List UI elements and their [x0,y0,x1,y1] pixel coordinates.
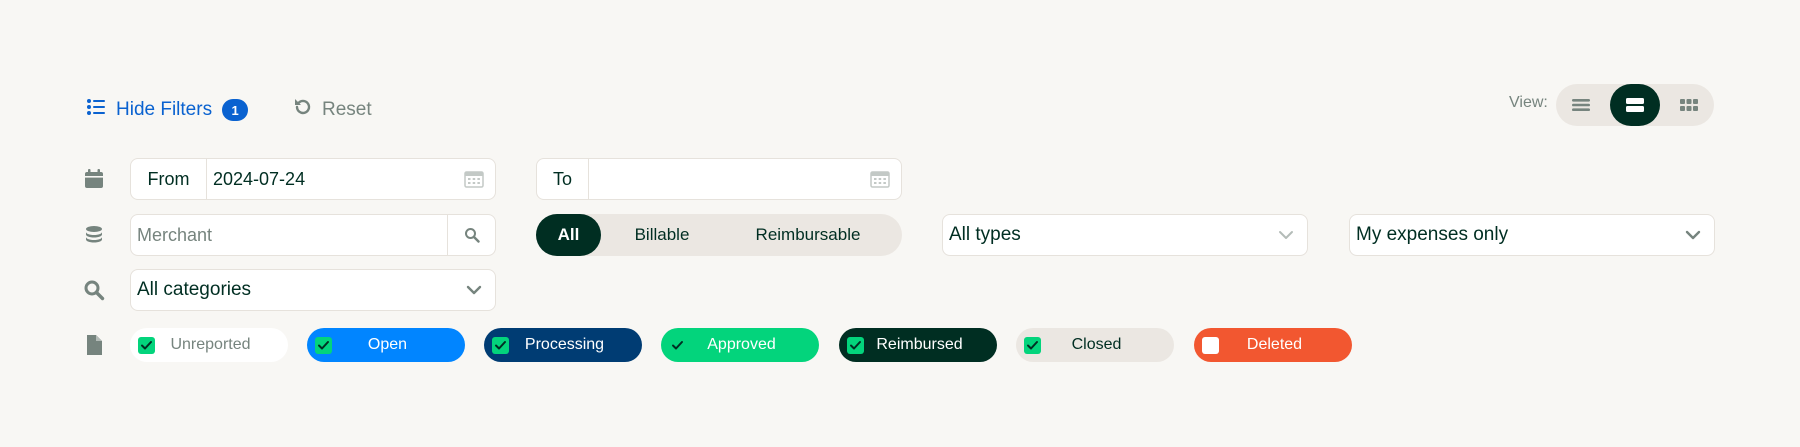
status-label: Processing [524,336,605,353]
chevron-down-icon [1685,230,1701,240]
status-label: Closed [1071,336,1122,353]
merchant-input[interactable] [131,215,447,255]
checkbox[interactable] [138,336,155,354]
checkbox[interactable] [847,336,864,354]
date-to-value[interactable] [589,159,859,199]
view-mode-toggle [1556,84,1714,126]
checkbox[interactable] [315,336,332,354]
checkbox[interactable] [1202,336,1219,354]
date-to-calendar-icon[interactable] [859,159,901,199]
expense-kind-segmented: All Billable Reimbursable [536,214,902,256]
date-from-value[interactable]: 2024-07-24 [207,159,453,199]
date-from-label: From [131,159,207,199]
checkbox[interactable] [1024,336,1041,354]
table-view-icon [1626,98,1644,112]
list-view-icon [1572,99,1590,111]
status-pill-reimbursed[interactable]: Reimbursed [839,328,997,362]
status-pill-unreported[interactable]: Unreported [130,328,288,362]
date-from-calendar-icon[interactable] [453,159,495,199]
view-grid-button[interactable] [1664,84,1714,126]
type-select-value: All types [949,224,1021,245]
status-pill-deleted[interactable]: Deleted [1194,328,1352,362]
status-label: Approved [707,336,776,353]
status-label: Reimbursed [876,336,963,353]
date-to-label: To [537,159,589,199]
status-pill-approved[interactable]: Approved [661,328,819,362]
reset-label: Reset [322,99,372,120]
hide-filters-button[interactable]: Hide Filters 1 [86,96,249,124]
date-to-field[interactable]: To [536,158,902,200]
merchant-field [130,214,496,256]
view-table-button[interactable] [1610,84,1660,126]
chevron-down-icon [466,285,482,295]
search-icon [464,228,480,243]
segment-reimbursable[interactable]: Reimbursable [723,214,893,256]
coins-icon [83,224,105,246]
type-select[interactable]: All types [942,214,1308,256]
chevron-down-icon [1279,231,1293,239]
search-icon [83,279,105,301]
status-pill-open[interactable]: Open [307,328,465,362]
segment-billable[interactable]: Billable [601,214,723,256]
reset-icon [292,96,314,124]
view-list-button[interactable] [1556,84,1606,126]
view-label: View: [1509,94,1548,111]
owner-select[interactable]: My expenses only [1349,214,1715,256]
filter-list-icon [86,97,106,123]
status-label: Open [367,336,408,353]
date-from-field[interactable]: From 2024-07-24 [130,158,496,200]
merchant-search-button[interactable] [447,215,495,255]
owner-select-value: My expenses only [1356,224,1509,245]
checkbox[interactable] [492,336,509,354]
calendar-icon [83,168,105,190]
status-pill-processing[interactable]: Processing [484,328,642,362]
reset-button[interactable]: Reset [292,96,372,124]
status-label: Unreported [170,336,251,353]
document-icon [83,334,105,356]
status-pill-closed[interactable]: Closed [1016,328,1174,362]
category-select-value: All categories [137,279,252,300]
status-label: Deleted [1246,336,1303,353]
hide-filters-label: Hide Filters [116,99,213,120]
checkbox[interactable] [669,336,686,354]
segment-all[interactable]: All [536,214,601,256]
category-select[interactable]: All categories [130,269,496,311]
grid-view-icon [1680,99,1698,111]
filter-count-badge: 1 [222,99,249,121]
